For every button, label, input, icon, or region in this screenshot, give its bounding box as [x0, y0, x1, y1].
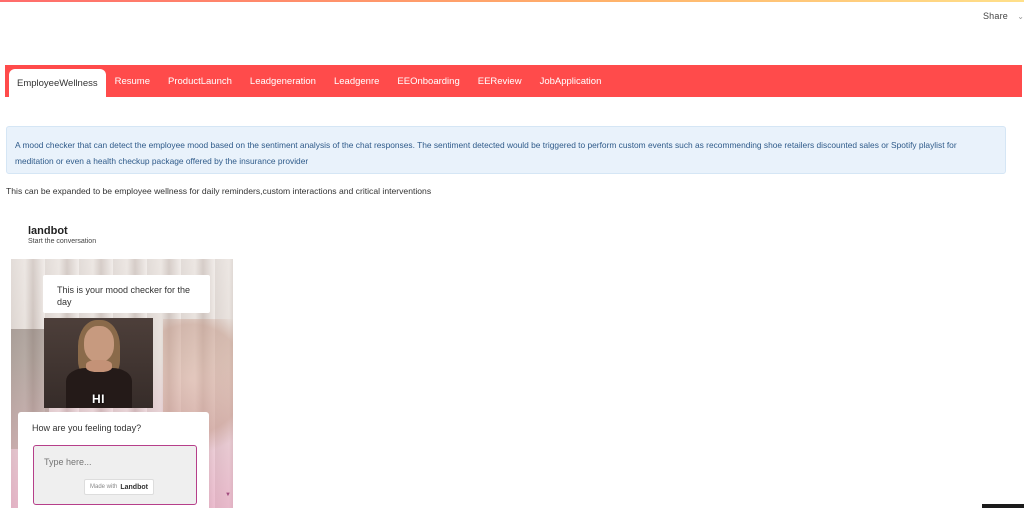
top-accent-bar [0, 0, 1024, 2]
chatbot-frame: This is your mood checker for the day HI… [11, 259, 233, 508]
question-text: How are you feeling today? [32, 423, 142, 433]
question-card: How are you feeling today? Made with Lan… [18, 412, 209, 508]
menu-caret-icon[interactable]: ⌄ [1017, 12, 1024, 21]
share-button[interactable]: Share [983, 11, 1008, 21]
made-with-landbot-badge[interactable]: Made with Landbot [84, 479, 154, 495]
tab-jobapplication[interactable]: JobApplication [531, 65, 611, 97]
tab-eereview[interactable]: EEReview [469, 65, 531, 97]
greeting-gif: HI [44, 318, 153, 408]
tab-employeewellness[interactable]: EmployeeWellness [9, 69, 106, 97]
gif-caption: HI [92, 392, 105, 406]
chat-input[interactable] [42, 452, 186, 472]
scroll-arrow-icon[interactable]: ▼ [225, 492, 231, 498]
bot-message-bubble: This is your mood checker for the day [43, 275, 210, 313]
tab-leadgeneration[interactable]: Leadgeneration [241, 65, 325, 97]
bot-subtitle: Start the conversation [28, 238, 97, 245]
page-scroll-indicator[interactable] [982, 504, 1024, 508]
tab-bar: EmployeeWellness Resume ProductLaunch Le… [5, 65, 1022, 97]
bot-title: landbot [28, 225, 68, 237]
description-text: This can be expanded to be employee well… [6, 186, 432, 196]
gif-figure-hands [86, 360, 112, 372]
chat-input-box[interactable]: Made with Landbot [33, 445, 197, 505]
tab-leadgenre[interactable]: Leadgenre [325, 65, 388, 97]
made-with-label: Made with [90, 484, 118, 490]
info-callout: A mood checker that can detect the emplo… [6, 126, 1006, 174]
landbot-brand-label: Landbot [120, 483, 148, 491]
tab-resume[interactable]: Resume [106, 65, 159, 97]
gif-figure-head [84, 326, 114, 362]
tab-eeonboarding[interactable]: EEOnboarding [388, 65, 468, 97]
tab-productlaunch[interactable]: ProductLaunch [159, 65, 241, 97]
